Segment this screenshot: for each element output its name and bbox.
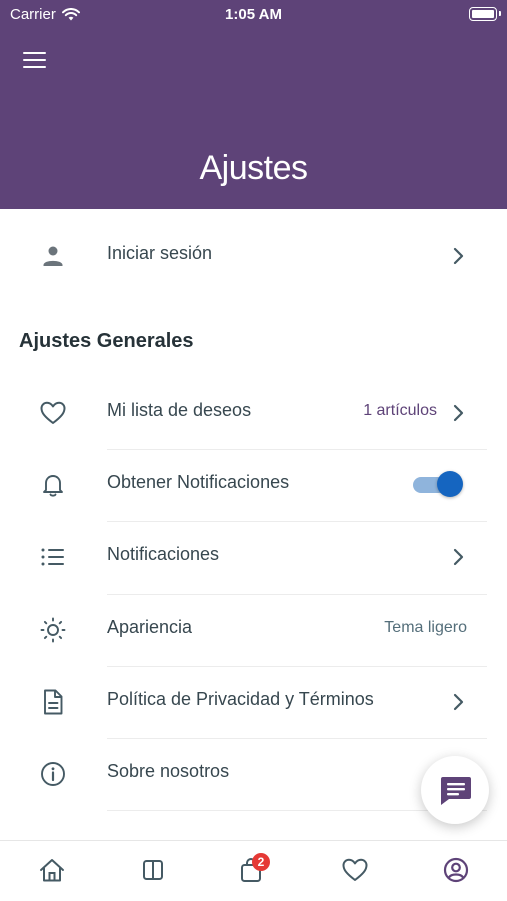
heart-outline-icon [38, 400, 68, 426]
bell-icon [38, 472, 68, 498]
about-label: Sobre nosotros [107, 761, 230, 781]
notifications-label: Notificaciones [107, 544, 220, 564]
chevron-right-icon [453, 247, 464, 265]
chevron-right-icon [453, 404, 464, 422]
notifications-toggle[interactable] [413, 471, 463, 497]
page-title: Ajustes [199, 149, 309, 187]
person-icon [38, 243, 68, 269]
chat-button[interactable] [421, 756, 489, 824]
hamburger-menu-icon[interactable] [22, 50, 48, 70]
chevron-right-icon [453, 548, 464, 566]
tab-bar [0, 840, 507, 901]
login-label: Iniciar sesión [107, 243, 213, 263]
section-title-general: Ajustes Generales [19, 330, 194, 352]
tab-home[interactable] [37, 855, 67, 885]
list-icon [38, 544, 68, 570]
toggle-knob [437, 471, 463, 497]
privacy-terms-row[interactable]: Política de Privacidad y Términos [0, 665, 507, 737]
appearance-row[interactable]: Apariencia Tema ligero [0, 593, 507, 665]
tab-catalog[interactable] [138, 855, 168, 885]
tab-wishlist[interactable] [340, 855, 370, 885]
notifications-row[interactable]: Notificaciones [0, 520, 507, 592]
get-notifications-row: Obtener Notificaciones [0, 448, 507, 520]
status-bar: Carrier 1:05 AM [0, 0, 507, 30]
wishlist-count: 1 artículos [363, 402, 437, 419]
sun-icon [38, 617, 68, 643]
info-icon [38, 761, 68, 787]
cart-badge: 2 [252, 853, 270, 871]
privacy-terms-label: Política de Privacidad y Términos [107, 689, 374, 709]
get-notifications-label: Obtener Notificaciones [107, 472, 290, 492]
columns-icon [143, 860, 163, 880]
home-icon [40, 859, 64, 882]
appearance-label: Apariencia [107, 617, 193, 637]
status-time: 1:05 AM [225, 6, 282, 23]
heart-icon [342, 858, 368, 881]
tab-account[interactable] [441, 855, 471, 885]
chevron-right-icon [453, 693, 464, 711]
login-row[interactable]: Iniciar sesión [0, 219, 507, 291]
wishlist-row[interactable]: Mi lista de deseos 1 artículos [0, 376, 507, 448]
chat-icon [441, 777, 471, 805]
account-circle-icon [443, 857, 469, 883]
app-header: Carrier 1:05 AM Ajustes [0, 0, 507, 209]
wishlist-label: Mi lista de deseos [107, 400, 252, 420]
appearance-value: Tema ligero [384, 619, 467, 636]
document-icon [38, 689, 68, 715]
battery-icon [469, 7, 501, 21]
